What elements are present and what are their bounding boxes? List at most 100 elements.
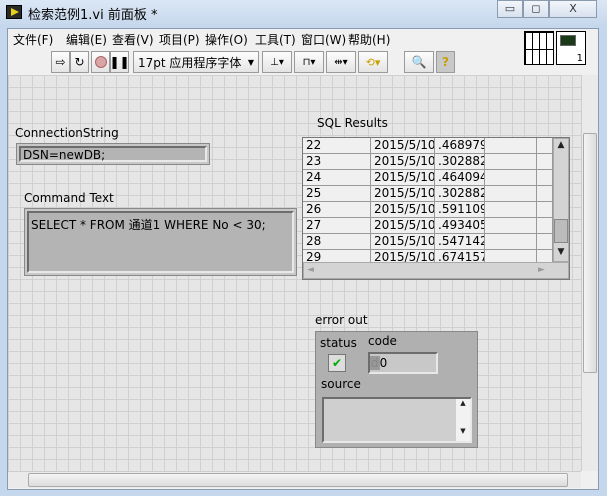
restore-button[interactable]: ◻ [523, 0, 549, 18]
table-row[interactable]: 25 2015/5/10.302882 [303, 186, 553, 202]
table-cell[interactable] [537, 202, 553, 217]
table-cell[interactable]: 28 [303, 234, 371, 249]
table-cell[interactable] [485, 186, 537, 201]
table-cell[interactable]: .302882 [435, 186, 485, 201]
sql-results-table: 22 2015/5/10.468979 23 2015/5/10.302882 24 20… [302, 137, 570, 280]
status-check-icon: ✔ [328, 354, 346, 372]
abort-icon[interactable] [91, 51, 110, 73]
table-cell[interactable]: .547142 [435, 234, 485, 249]
close-button[interactable]: X [549, 0, 597, 18]
minimize-button[interactable]: ▭ [497, 0, 523, 18]
reorder-icon[interactable]: ⟲▾ [358, 51, 388, 73]
scroll-right-icon[interactable]: ► [538, 265, 545, 275]
command-text-control: SELECT * FROM 通道1 WHERE No < 30; [24, 208, 297, 276]
table-cell[interactable]: .591109 [435, 202, 485, 217]
table-cell[interactable] [537, 234, 553, 249]
table-cell[interactable]: 27 [303, 218, 371, 233]
table-cell[interactable]: 2015/5/10 [371, 218, 435, 233]
menu-project[interactable]: 项目(P) [159, 31, 200, 48]
code-value: 0 [379, 356, 388, 370]
menu-file[interactable]: 文件(F) [13, 31, 53, 48]
table-cell[interactable]: 22 [303, 138, 371, 153]
connection-string-label: ConnectionString [15, 126, 119, 140]
source-scrollbar[interactable]: ▲ ▼ [456, 399, 470, 441]
table-vertical-scrollbar[interactable]: ▲ ▼ [553, 138, 569, 262]
run-continuously-icon[interactable]: ↻ [70, 51, 89, 73]
table-cell[interactable]: 29 [303, 250, 371, 262]
table-row[interactable]: 28 2015/5/10.547142 [303, 234, 553, 250]
table-cell[interactable]: .302882 [435, 154, 485, 169]
table-cell[interactable]: .674157 [435, 250, 485, 262]
menu-help[interactable]: 帮助(H) [348, 31, 390, 48]
table-cell[interactable] [485, 202, 537, 217]
table-cell[interactable] [485, 218, 537, 233]
table-cell[interactable]: .464094 [435, 170, 485, 185]
table-cell[interactable]: 25 [303, 186, 371, 201]
font-dropdown[interactable]: 17pt 应用程序字体 ▼ [133, 51, 259, 73]
panel-vscroll-thumb[interactable] [583, 133, 597, 373]
table-cell[interactable]: .493405 [435, 218, 485, 233]
table-cell[interactable]: 2015/5/10 [371, 234, 435, 249]
table-cell[interactable]: 2015/5/10 [371, 138, 435, 153]
table-cell[interactable] [485, 234, 537, 249]
window-title: 检索范例1.vi 前面板 * [28, 8, 158, 23]
table-row[interactable]: 26 2015/5/10.591109 [303, 202, 553, 218]
scroll-thumb[interactable] [554, 219, 568, 243]
distribute-objects-icon[interactable]: ⊓▾ [294, 51, 324, 73]
labview-vi-icon [6, 5, 22, 19]
table-row[interactable]: 27 2015/5/10.493405 [303, 218, 553, 234]
table-cell[interactable] [485, 154, 537, 169]
command-text-input[interactable]: SELECT * FROM 通道1 WHERE No < 30; [27, 211, 294, 273]
panel-hscroll-thumb[interactable] [28, 473, 568, 487]
table-row[interactable]: 24 2015/5/10.464094 [303, 170, 553, 186]
table-cell[interactable] [537, 186, 553, 201]
menu-operate[interactable]: 操作(O) [205, 31, 248, 48]
table-cell[interactable]: 23 [303, 154, 371, 169]
pause-icon[interactable]: ❚❚ [109, 51, 130, 73]
connection-string-input[interactable]: DSN=newDB; [19, 146, 207, 162]
panel-vertical-scrollbar[interactable] [581, 75, 598, 471]
toolbar: ⇨ ↻ ❚❚ 17pt 应用程序字体 ▼ ⊥▾ ⊓▾ ⇹▾ ⟲▾ 🔍 ? [8, 49, 528, 75]
menu-edit[interactable]: 编辑(E) [66, 31, 107, 48]
panel-horizontal-scrollbar[interactable] [8, 471, 581, 488]
scroll-down-icon[interactable]: ▼ [456, 427, 470, 435]
context-help-button[interactable]: ? [436, 51, 455, 73]
vi-icon[interactable]: 1 [556, 31, 586, 65]
table-cell[interactable] [485, 138, 537, 153]
table-cell[interactable] [537, 154, 553, 169]
scroll-down-icon[interactable]: ▼ [554, 247, 568, 257]
search-icon[interactable]: 🔍 [404, 51, 434, 73]
table-cell[interactable]: 2015/5/10 [371, 154, 435, 169]
run-arrow-icon[interactable]: ⇨ [51, 51, 70, 73]
menu-bar: 文件(F) 编辑(E) 查看(V) 项目(P) 操作(O) 工具(T) 窗口(W… [8, 29, 528, 49]
connector-pane[interactable] [524, 31, 554, 65]
table-cell[interactable] [485, 170, 537, 185]
table-cell[interactable] [537, 250, 553, 262]
scroll-left-icon[interactable]: ◄ [307, 265, 314, 275]
menu-window[interactable]: 窗口(W) [301, 31, 346, 48]
table-cell[interactable] [537, 218, 553, 233]
table-cell[interactable] [485, 250, 537, 262]
table-cell[interactable]: 2015/5/10 [371, 170, 435, 185]
table-cell[interactable]: 2015/5/10 [371, 250, 435, 262]
table-cell[interactable]: 24 [303, 170, 371, 185]
table-horizontal-scrollbar[interactable]: ◄ ► [303, 262, 569, 279]
table-cell[interactable] [537, 170, 553, 185]
scroll-up-icon[interactable]: ▲ [554, 140, 568, 150]
table-row[interactable]: 22 2015/5/10.468979 [303, 138, 553, 154]
title-bar: 检索范例1.vi 前面板 * ▭ ◻ X [0, 0, 607, 27]
table-cell[interactable]: 26 [303, 202, 371, 217]
waveform-icon [560, 35, 576, 46]
menu-view[interactable]: 查看(V) [112, 31, 154, 48]
table-row[interactable]: 23 2015/5/10.302882 [303, 154, 553, 170]
scroll-up-icon[interactable]: ▲ [456, 399, 470, 407]
resize-objects-icon[interactable]: ⇹▾ [326, 51, 356, 73]
table-row[interactable]: 29 2015/5/10.674157 [303, 250, 553, 262]
align-objects-icon[interactable]: ⊥▾ [262, 51, 292, 73]
table-cell[interactable] [537, 138, 553, 153]
table-cell[interactable]: .468979 [435, 138, 485, 153]
error-out-cluster: status ✔ code d0 source ▲ ▼ [315, 331, 478, 448]
table-cell[interactable]: 2015/5/10 [371, 186, 435, 201]
menu-tools[interactable]: 工具(T) [255, 31, 296, 48]
table-cell[interactable]: 2015/5/10 [371, 202, 435, 217]
